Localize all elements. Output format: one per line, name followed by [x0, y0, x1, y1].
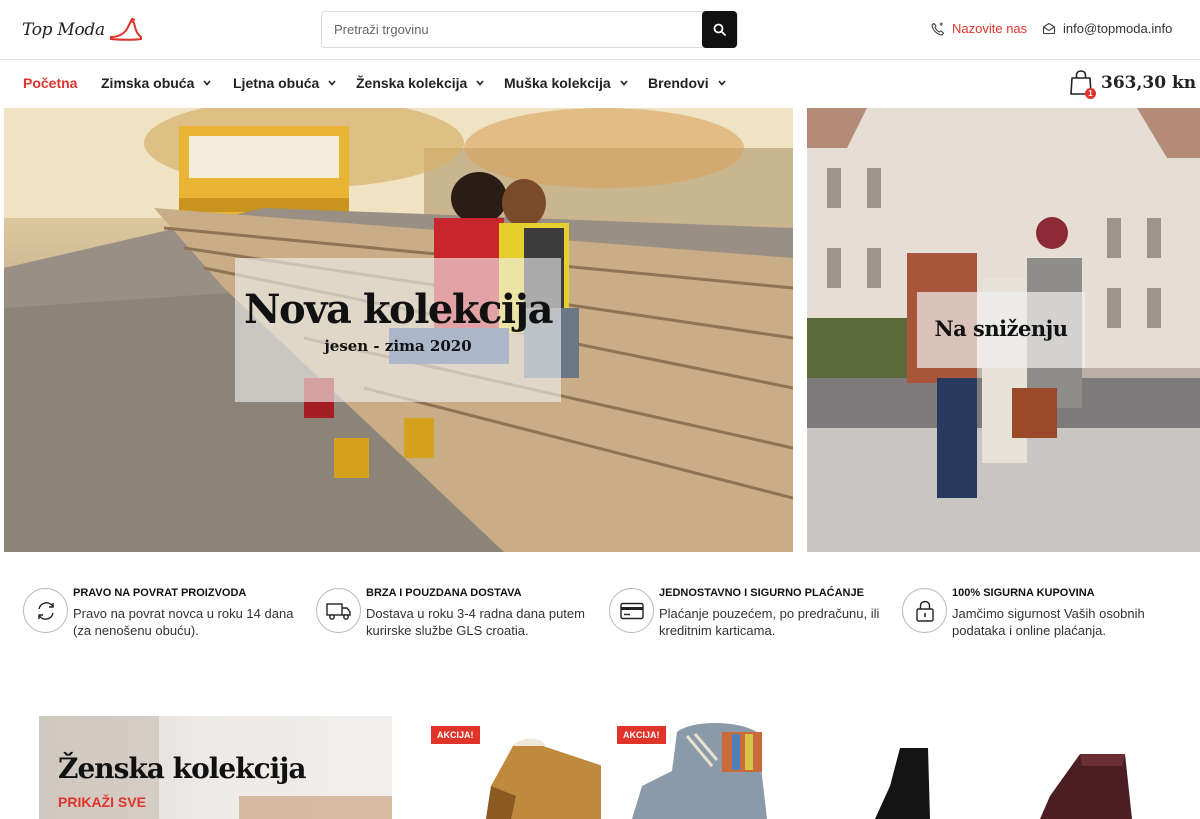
nav-item-ljetna-obuca[interactable]: Ljetna obuća: [233, 75, 336, 91]
hero-banner-new-collection[interactable]: Nova kolekcija jesen - zima 2020: [4, 108, 793, 552]
cart-count-badge: 1: [1085, 88, 1096, 99]
refresh-icon: [23, 588, 68, 633]
collection-banner-women[interactable]: Ženska kolekcija PRIKAŽI SVE: [39, 716, 392, 819]
mail-icon: [1042, 22, 1056, 35]
product-card[interactable]: AKCIJA!: [431, 716, 601, 819]
nav-item-label: Početna: [23, 75, 78, 91]
hero-sale-title: Na sniženju: [934, 316, 1068, 341]
call-us-link[interactable]: Nazovite nas: [931, 21, 1027, 36]
sale-badge: AKCIJA!: [431, 726, 480, 744]
truck-icon: [316, 588, 361, 633]
search-input[interactable]: [322, 12, 702, 47]
nav-item-zenska-kolekcija[interactable]: Ženska kolekcija: [356, 75, 484, 91]
nav-item-label: Ljetna obuća: [233, 75, 320, 91]
chevron-down-icon: [718, 80, 726, 86]
phone-icon: [931, 22, 945, 36]
nav-item-brendovi[interactable]: Brendovi: [648, 75, 726, 91]
search-button[interactable]: [702, 11, 737, 48]
hero-subtitle: jesen - zima 2020: [324, 337, 472, 355]
chevron-down-icon: [328, 80, 336, 86]
search-icon: [713, 23, 726, 36]
hero-caption-new-collection: Nova kolekcija jesen - zima 2020: [235, 258, 561, 402]
product-card[interactable]: [1010, 716, 1180, 819]
feature-text: Plaćanje pouzećem, po predračunu, ili kr…: [659, 606, 880, 638]
nav-item-label: Muška kolekcija: [504, 75, 611, 91]
feature-text: Jamčimo sigurnost Vaših osobnih podataka…: [952, 606, 1145, 638]
logo[interactable]: Top Moda: [22, 14, 143, 46]
collection-title: Ženska kolekcija: [58, 752, 307, 785]
show-all-link[interactable]: PRIKAŽI SVE: [58, 794, 146, 810]
lock-icon: [902, 588, 947, 633]
high-heel-logo-icon: [109, 17, 142, 41]
search-bar: [321, 11, 738, 48]
product-card[interactable]: [820, 716, 990, 819]
nav-item-zimska-obuca[interactable]: Zimska obuća: [101, 75, 211, 91]
feature-title: PRAVO NA POVRAT PROIZVODA: [73, 587, 247, 599]
cart-button[interactable]: 1 363,30 kn: [1069, 70, 1197, 99]
cart-total: 363,30 kn: [1101, 73, 1197, 93]
top-header: Top Moda Nazovite nas info@topmoda.info: [0, 0, 1200, 60]
nav-item-label: Zimska obuća: [101, 75, 195, 91]
chevron-down-icon: [203, 80, 211, 86]
feature-text: Pravo na povrat novca u roku 14 dana (za…: [73, 606, 294, 638]
nav-item-label: Brendovi: [648, 75, 709, 91]
hero-caption-sale: Na sniženju: [917, 292, 1085, 368]
call-us-label: Nazovite nas: [952, 21, 1028, 36]
product-card[interactable]: AKCIJA!: [617, 716, 787, 819]
product-image: [1040, 754, 1132, 819]
hero-title: Nova kolekcija: [243, 286, 554, 333]
nav-item-label: Ženska kolekcija: [356, 75, 468, 91]
logo-text: Top Moda: [22, 20, 105, 40]
feature-title: JEDNOSTAVNO I SIGURNO PLAĆANJE: [659, 587, 864, 599]
email-address: info@topmoda.info: [1063, 21, 1173, 36]
feature-title: 100% SIGURNA KUPOVINA: [952, 587, 1095, 599]
credit-card-icon: [609, 588, 654, 633]
nav-item-pocetna[interactable]: Početna: [23, 75, 77, 91]
sale-badge: AKCIJA!: [617, 726, 666, 744]
hero-banner-sale[interactable]: Na sniženju: [807, 108, 1200, 552]
email-link[interactable]: info@topmoda.info: [1042, 21, 1172, 36]
chevron-down-icon: [620, 80, 628, 86]
main-nav: Početna Zimska obuća Ljetna obuća Ženska…: [0, 60, 1200, 108]
chevron-down-icon: [476, 80, 484, 86]
product-image: [875, 748, 930, 819]
nav-item-muska-kolekcija[interactable]: Muška kolekcija: [504, 75, 628, 91]
feature-title: BRZA I POUZDANA DOSTAVA: [366, 587, 522, 599]
feature-text: Dostava u roku 3-4 radna dana putem kuri…: [366, 606, 585, 638]
